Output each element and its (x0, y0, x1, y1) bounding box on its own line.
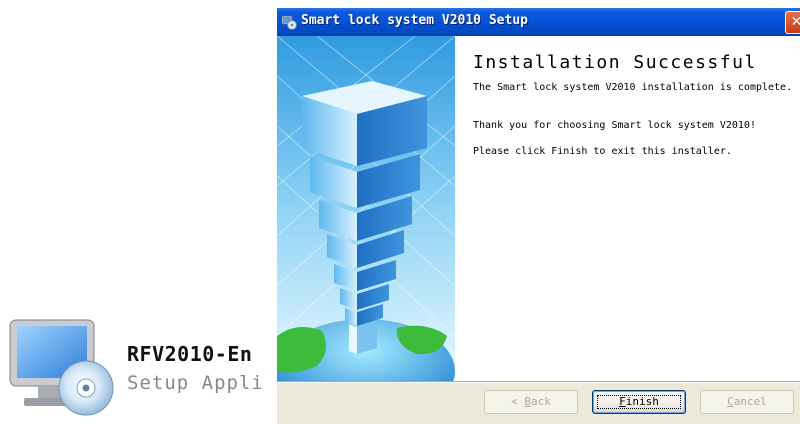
back-button-arrow: < (511, 395, 525, 408)
footer-divider (277, 381, 800, 383)
back-button[interactable]: < Back (484, 390, 578, 414)
cancel-button-mnemonic: C (727, 395, 734, 408)
message-exit: Please click Finish to exit this install… (473, 146, 732, 157)
message-thanks: Thank you for choosing Smart lock system… (473, 120, 756, 131)
back-button-label: ack (531, 395, 551, 408)
installer-icon (281, 15, 297, 30)
computer-with-cd-icon (9, 319, 114, 416)
finish-button[interactable]: Finish (592, 390, 686, 414)
content-pane: Installation Successful The Smart lock s… (455, 36, 800, 381)
title-bar[interactable]: Smart lock system V2010 Setup ✕ (277, 8, 800, 36)
cancel-button[interactable]: Cancel (700, 390, 794, 414)
back-button-mnemonic: B (524, 395, 531, 408)
window-title: Smart lock system V2010 Setup (301, 13, 528, 28)
glass-tower-on-globe-graphic (277, 36, 455, 381)
cancel-button-label: ancel (733, 395, 767, 408)
page-title: Installation Successful (473, 52, 757, 73)
close-button[interactable]: ✕ (785, 11, 800, 34)
file-type: Setup Appli (127, 372, 264, 394)
focus-ring (597, 395, 681, 409)
desktop-file-item[interactable]: RFV2010-En Setup Appli (0, 300, 290, 424)
file-name: RFV2010-En (127, 342, 253, 366)
message-complete: The Smart lock system V2010 installation… (473, 82, 793, 93)
setup-window: Smart lock system V2010 Setup ✕ Installa… (277, 8, 800, 424)
